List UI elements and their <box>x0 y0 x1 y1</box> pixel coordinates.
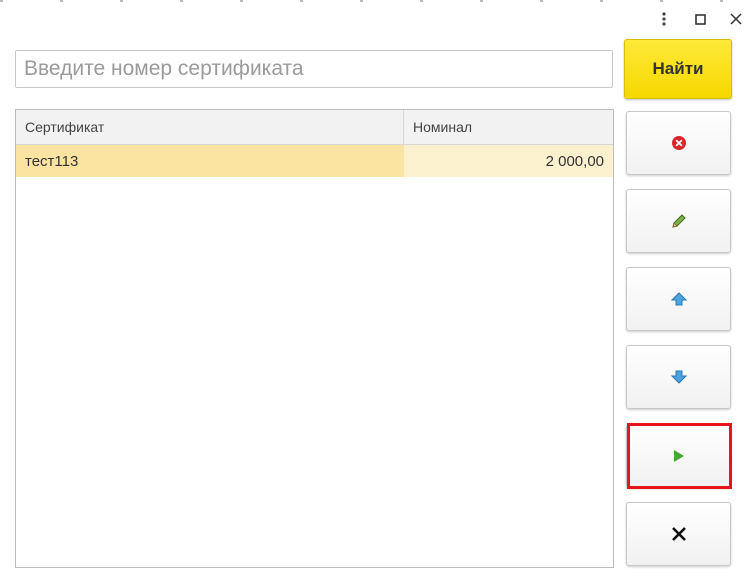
table-header: Сертификат Номинал <box>16 110 613 145</box>
find-button[interactable]: Найти <box>624 39 732 99</box>
arrow-down-icon <box>670 370 687 384</box>
certificates-table: Сертификат Номинал тест113 2 000,00 <box>15 109 614 568</box>
column-header-certificate[interactable]: Сертификат <box>16 110 404 144</box>
table-row[interactable]: тест113 2 000,00 <box>16 145 613 177</box>
arrow-up-icon <box>670 292 687 306</box>
window-controls <box>655 10 745 28</box>
move-up-button[interactable] <box>626 267 731 331</box>
close-icon <box>671 527 686 541</box>
cell-nominal[interactable]: 2 000,00 <box>404 145 613 177</box>
top-border-line <box>0 0 755 2</box>
search-input[interactable] <box>15 50 613 88</box>
column-header-nominal[interactable]: Номинал <box>404 110 613 144</box>
run-button[interactable] <box>626 424 731 488</box>
edit-button[interactable] <box>626 189 731 253</box>
maximize-icon[interactable] <box>691 10 709 28</box>
cell-certificate[interactable]: тест113 <box>16 145 404 177</box>
close-icon[interactable] <box>727 10 745 28</box>
cancel-button[interactable] <box>626 502 731 566</box>
play-icon <box>673 450 684 462</box>
more-icon[interactable] <box>655 10 673 28</box>
delete-button[interactable] <box>626 111 731 175</box>
red-x-circle-icon <box>671 136 686 150</box>
move-down-button[interactable] <box>626 345 731 409</box>
pencil-icon <box>671 214 686 228</box>
